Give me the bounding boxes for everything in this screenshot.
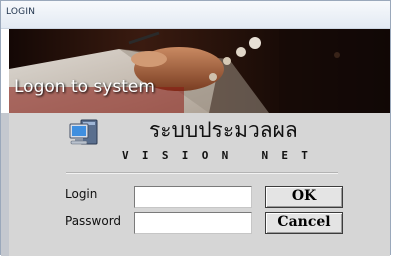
- left-strip: [1, 113, 9, 256]
- title-bar[interactable]: LOGIN: [1, 1, 390, 29]
- password-label: Password: [65, 214, 122, 228]
- login-panel: ระบบประมวลผล VISION NET Login OK Passwor…: [9, 113, 390, 256]
- computer-icon: [69, 118, 103, 152]
- app-name-english: VISION NET: [122, 149, 322, 162]
- login-label: Login: [65, 187, 98, 201]
- window-title: LOGIN: [6, 7, 36, 17]
- cancel-button[interactable]: Cancel: [265, 212, 343, 234]
- banner-image: Logon to system: [9, 29, 390, 113]
- login-input[interactable]: [134, 186, 252, 208]
- divider: [66, 172, 338, 174]
- banner-photo: [9, 29, 390, 113]
- ok-button[interactable]: OK: [265, 186, 343, 208]
- app-name-thai: ระบบประมวลผล: [149, 118, 298, 142]
- password-input[interactable]: [134, 212, 252, 234]
- banner-text: Logon to system: [14, 77, 155, 97]
- login-window: LOGIN Logon to system ระบบประมวลผล VISIO…: [0, 0, 391, 256]
